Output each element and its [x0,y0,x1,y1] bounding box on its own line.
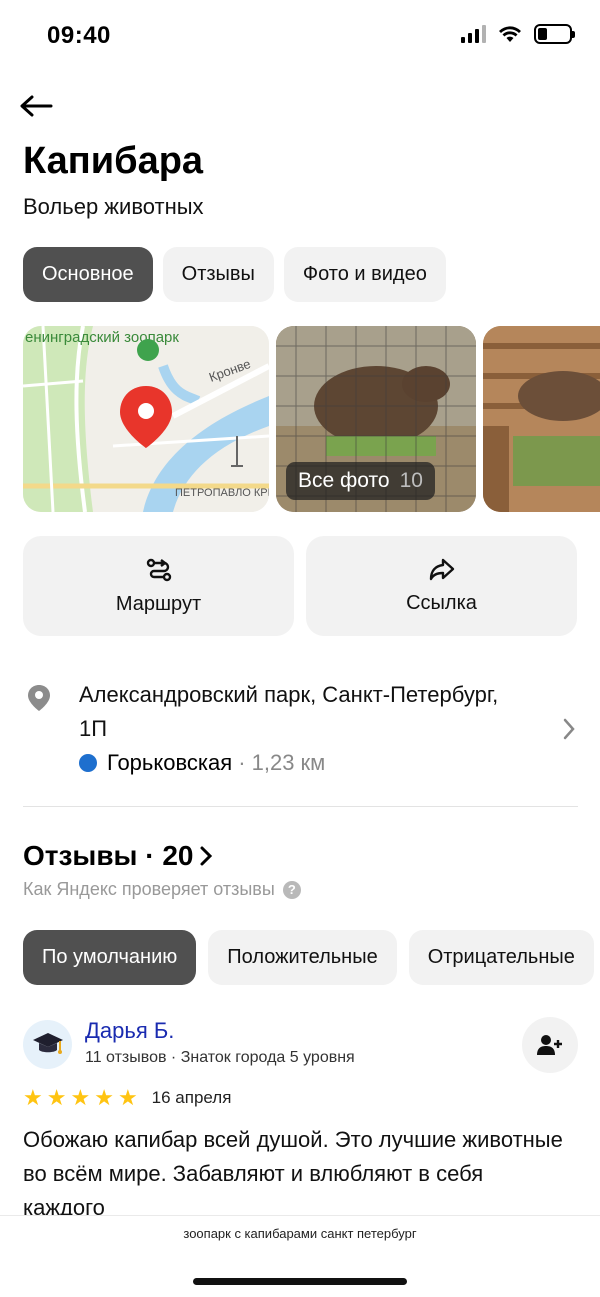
filter-positive[interactable]: Положительные [208,930,397,985]
reviews-title: Отзывы · 20 [23,840,194,871]
map-thumbnail[interactable]: енинградский зоопарк Кронве ПЕТРОПАВЛО К… [23,326,269,512]
reviewer-avatar[interactable] [23,1020,72,1069]
home-indicator[interactable] [193,1278,407,1285]
status-icons [461,24,575,44]
star-icon: ★ [46,1085,67,1110]
reviews-note-text: Как Яндекс проверяет отзывы [23,879,275,899]
filter-default[interactable]: По умолчанию [23,930,197,985]
route-label: Маршрут [115,592,202,615]
graduation-cap-icon [32,1032,63,1054]
all-photos-count: 10 [399,469,423,492]
star-icon: ★ [117,1085,138,1110]
subscribe-button[interactable] [522,1017,578,1073]
reviews-verification-link[interactable]: Как Яндекс проверяет отзывы ? [23,879,301,900]
all-photos-button[interactable]: Все фото 10 [286,462,435,500]
address-text: Александровский парк, Санкт-Петербург, 1… [79,682,499,741]
search-query-caption: зоопарк с капибарами санкт петербург [183,1226,417,1241]
add-user-icon [537,1035,562,1055]
share-label: Ссылка [406,591,477,614]
reviewer-name[interactable]: Дарья Б. [85,1018,174,1044]
cellular-signal-icon [461,25,486,43]
share-link-button[interactable]: Ссылка [306,536,577,636]
star-icon: ★ [70,1085,91,1110]
review-date: 16 апреля [151,1088,232,1107]
map-image: енинградский зоопарк Кронве ПЕТРОПАВЛО К… [23,326,269,512]
star-icon: ★ [23,1085,43,1110]
share-arrow-icon [429,558,454,580]
review-filters: По умолчанию Положительные Отрицательные [23,930,594,985]
chevron-right-icon [200,846,213,866]
question-icon: ? [282,880,301,899]
divider [23,806,578,807]
all-photos-label: Все фото [298,469,390,492]
wifi-icon [499,26,521,42]
route-icon [146,558,171,581]
reviewer-meta: 11 отзывов · Знаток города 5 уровня [85,1049,355,1066]
address-row[interactable]: Александровский парк, Санкт-Петербург, 1… [23,678,578,788]
page-title: Капибара [23,140,204,182]
route-button[interactable]: Маршрут [23,536,294,636]
tab-reviews[interactable]: Отзывы [162,247,274,302]
map-fortress-label: ПЕТРОПАВЛО КРЕПС [175,487,269,499]
action-buttons: Маршрут Ссылка [23,536,577,636]
filter-negative[interactable]: Отрицательные [408,930,594,985]
reviews-heading[interactable]: Отзывы · 20 [23,840,213,872]
photo-thumbnail-2[interactable] [483,326,600,512]
review-text[interactable]: Обожаю капибар всей душой. Это лучшие жи… [23,1123,563,1215]
battery-icon [534,24,575,44]
tab-bar: Основное Отзывы Фото и видео [23,247,446,302]
star-icon: ★ [94,1085,114,1110]
photo-thumbnail-1[interactable]: Все фото 10 [276,326,476,512]
metro-distance: · 1,23 км [238,750,326,775]
arrow-left-icon [20,95,53,117]
chevron-right-icon [563,718,575,740]
back-button[interactable] [16,88,56,124]
metro-station: Горьковская · 1,23 км [79,750,325,776]
capybara-photo-2 [483,326,600,512]
status-time: 09:40 [47,22,111,49]
metro-line-icon [79,754,97,772]
tab-overview[interactable]: Основное [23,247,153,302]
location-pin-icon [28,685,50,711]
status-bar: 09:40 [0,0,600,72]
place-category: Вольер животных [23,194,204,219]
media-gallery: енинградский зоопарк Кронве ПЕТРОПАВЛО К… [23,326,600,512]
metro-name: Горьковская [107,750,233,775]
review-rating: ★ ★ ★ ★ ★ 16 апреля [23,1087,231,1109]
tab-photos-videos[interactable]: Фото и видео [283,247,446,302]
bottom-bar: зоопарк с капибарами санкт петербург [0,1215,600,1297]
